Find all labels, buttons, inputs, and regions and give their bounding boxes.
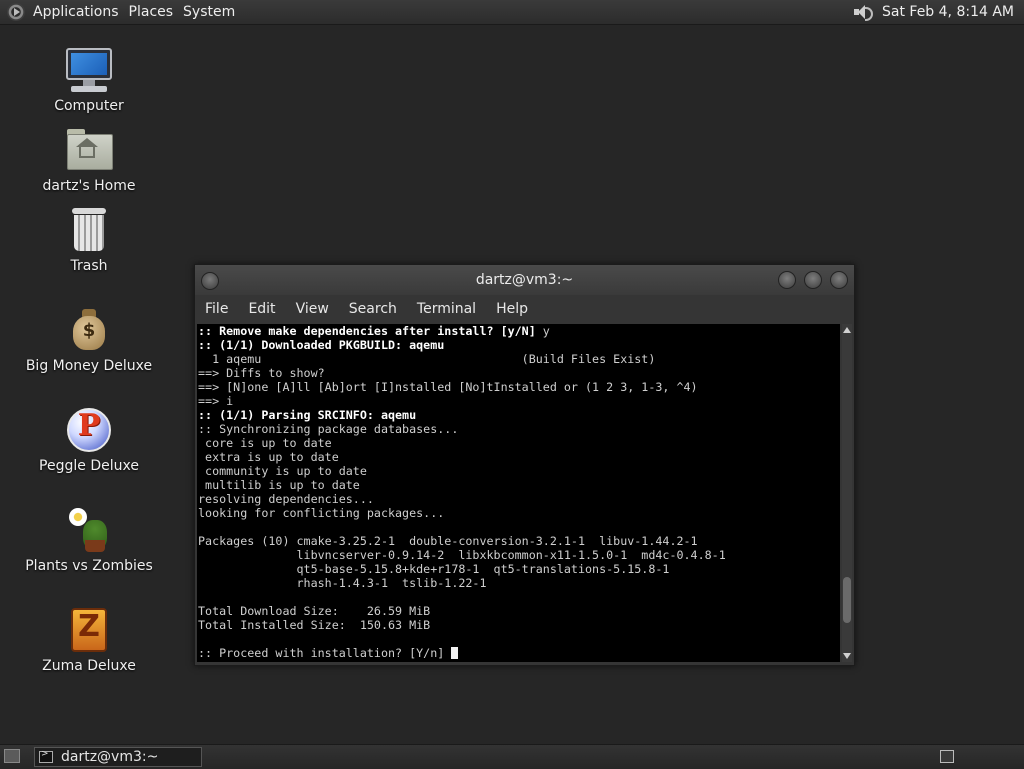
- places-menu[interactable]: Places: [127, 4, 182, 20]
- menu-edit[interactable]: Edit: [238, 301, 285, 317]
- menu-file[interactable]: File: [195, 301, 238, 317]
- money-bag-icon: $: [65, 306, 113, 354]
- trash-icon: [65, 206, 113, 254]
- desktop-icon-label: Plants vs Zombies: [25, 558, 153, 574]
- terminal-line: resolving dependencies...: [198, 492, 374, 506]
- desktop-icon-label: Computer: [54, 98, 124, 114]
- desktop-icon-label: Big Money Deluxe: [25, 358, 153, 374]
- menu-terminal[interactable]: Terminal: [407, 301, 486, 317]
- terminal-text: :: Remove make dependencies after instal…: [197, 324, 840, 660]
- terminal-line: 1 aqemu (Build Files Exist): [198, 352, 656, 366]
- terminal-output[interactable]: :: Remove make dependencies after instal…: [197, 324, 840, 662]
- desktop-icon-computer[interactable]: Computer: [14, 46, 164, 114]
- home-folder-icon: [65, 126, 113, 174]
- terminal-line: rhash-1.4.3-1 tslib-1.22-1: [198, 576, 487, 590]
- menu-view[interactable]: View: [286, 301, 339, 317]
- terminal-line: looking for conflicting packages...: [198, 506, 445, 520]
- top-panel: Applications Places System Sat Feb 4, 8:…: [0, 0, 1024, 25]
- scrollbar-thumb[interactable]: [843, 577, 851, 624]
- desktop-icon-label: Peggle Deluxe: [39, 458, 139, 474]
- window-menu-icon[interactable]: [201, 272, 219, 290]
- maximize-icon[interactable]: [804, 271, 822, 289]
- terminal-line: libvncserver-0.9.14-2 libxkbcommon-x11-1…: [198, 548, 726, 562]
- minimize-icon[interactable]: [778, 271, 796, 289]
- desktop-icon-trash[interactable]: Trash: [14, 206, 164, 274]
- desktop-icon-label: Trash: [70, 258, 108, 274]
- taskbar-label: dartz@vm3:~: [61, 749, 159, 765]
- scroll-up-icon[interactable]: [843, 327, 851, 333]
- terminal-menubar: File Edit View Search Terminal Help: [195, 295, 854, 323]
- clock[interactable]: Sat Feb 4, 8:14 AM: [882, 4, 1014, 20]
- scroll-down-icon[interactable]: [843, 653, 851, 659]
- desktop-icon-plants-vs-zombies[interactable]: Plants vs Zombies: [14, 506, 164, 574]
- computer-icon: [65, 46, 113, 94]
- desktop-icon-label: Zuma Deluxe: [42, 658, 136, 674]
- terminal-line: ==> [N]one [A]ll [Ab]ort [I]nstalled [No…: [198, 380, 698, 394]
- system-menu[interactable]: System: [181, 4, 243, 20]
- terminal-line: extra is up to date: [198, 450, 339, 464]
- text-cursor: [451, 647, 459, 659]
- applications-menu[interactable]: Applications: [31, 4, 127, 20]
- volume-icon[interactable]: [852, 3, 873, 21]
- terminal-line: ==> Diffs to show?: [198, 366, 325, 380]
- terminal-line: core is up to date: [198, 436, 332, 450]
- terminal-line: :: Proceed with installation? [Y/n]: [198, 646, 840, 660]
- terminal-window[interactable]: dartz@vm3:~ File Edit View Search Termin…: [194, 264, 855, 666]
- terminal-line: qt5-base-5.15.8+kde+r178-1 qt5-translati…: [198, 562, 670, 576]
- plants-vs-zombies-icon: [65, 506, 113, 554]
- terminal-line: Total Installed Size: 150.63 MiB: [198, 618, 431, 632]
- desktop-icon-home[interactable]: dartz's Home: [14, 126, 164, 194]
- terminal-line: community is up to date: [198, 464, 367, 478]
- terminal-line: ==> i: [198, 394, 234, 408]
- workspace-switcher-icon[interactable]: [940, 750, 954, 763]
- terminal-scrollbar[interactable]: [842, 324, 852, 662]
- menu-search[interactable]: Search: [339, 301, 407, 317]
- terminal-line: :: Remove make dependencies after instal…: [198, 324, 550, 338]
- window-controls: [778, 271, 848, 289]
- peggle-icon: P: [65, 406, 113, 454]
- terminal-line: :: (1/1) Downloaded PKGBUILD: aqemu: [198, 338, 445, 352]
- terminal-line: :: Synchronizing package databases...: [198, 422, 459, 436]
- notification-area: Sat Feb 4, 8:14 AM: [852, 0, 1014, 24]
- desktop-icon-zuma-deluxe[interactable]: Z Zuma Deluxe: [14, 606, 164, 674]
- zuma-icon: Z: [65, 606, 113, 654]
- desktop-icon-label: dartz's Home: [42, 178, 136, 194]
- window-titlebar[interactable]: dartz@vm3:~: [195, 265, 854, 295]
- show-desktop-icon[interactable]: [4, 749, 20, 763]
- close-icon[interactable]: [830, 271, 848, 289]
- desktop-icon-big-money-deluxe[interactable]: $ Big Money Deluxe: [14, 306, 164, 374]
- terminal-line: Total Download Size: 26.59 MiB: [198, 604, 431, 618]
- terminal-line: :: (1/1) Parsing SRCINFO: aqemu: [198, 408, 417, 422]
- menu-help[interactable]: Help: [486, 301, 538, 317]
- terminal-line: Packages (10) cmake-3.25.2-1 double-conv…: [198, 534, 698, 548]
- terminal-line: multilib is up to date: [198, 478, 360, 492]
- bottom-panel: dartz@vm3:~: [0, 744, 1024, 769]
- taskbar-button-terminal[interactable]: dartz@vm3:~: [34, 747, 202, 767]
- distro-logo-icon[interactable]: [7, 3, 25, 21]
- desktop-icon-peggle-deluxe[interactable]: P Peggle Deluxe: [14, 406, 164, 474]
- terminal-icon: [39, 749, 53, 763]
- window-title: dartz@vm3:~: [475, 272, 574, 288]
